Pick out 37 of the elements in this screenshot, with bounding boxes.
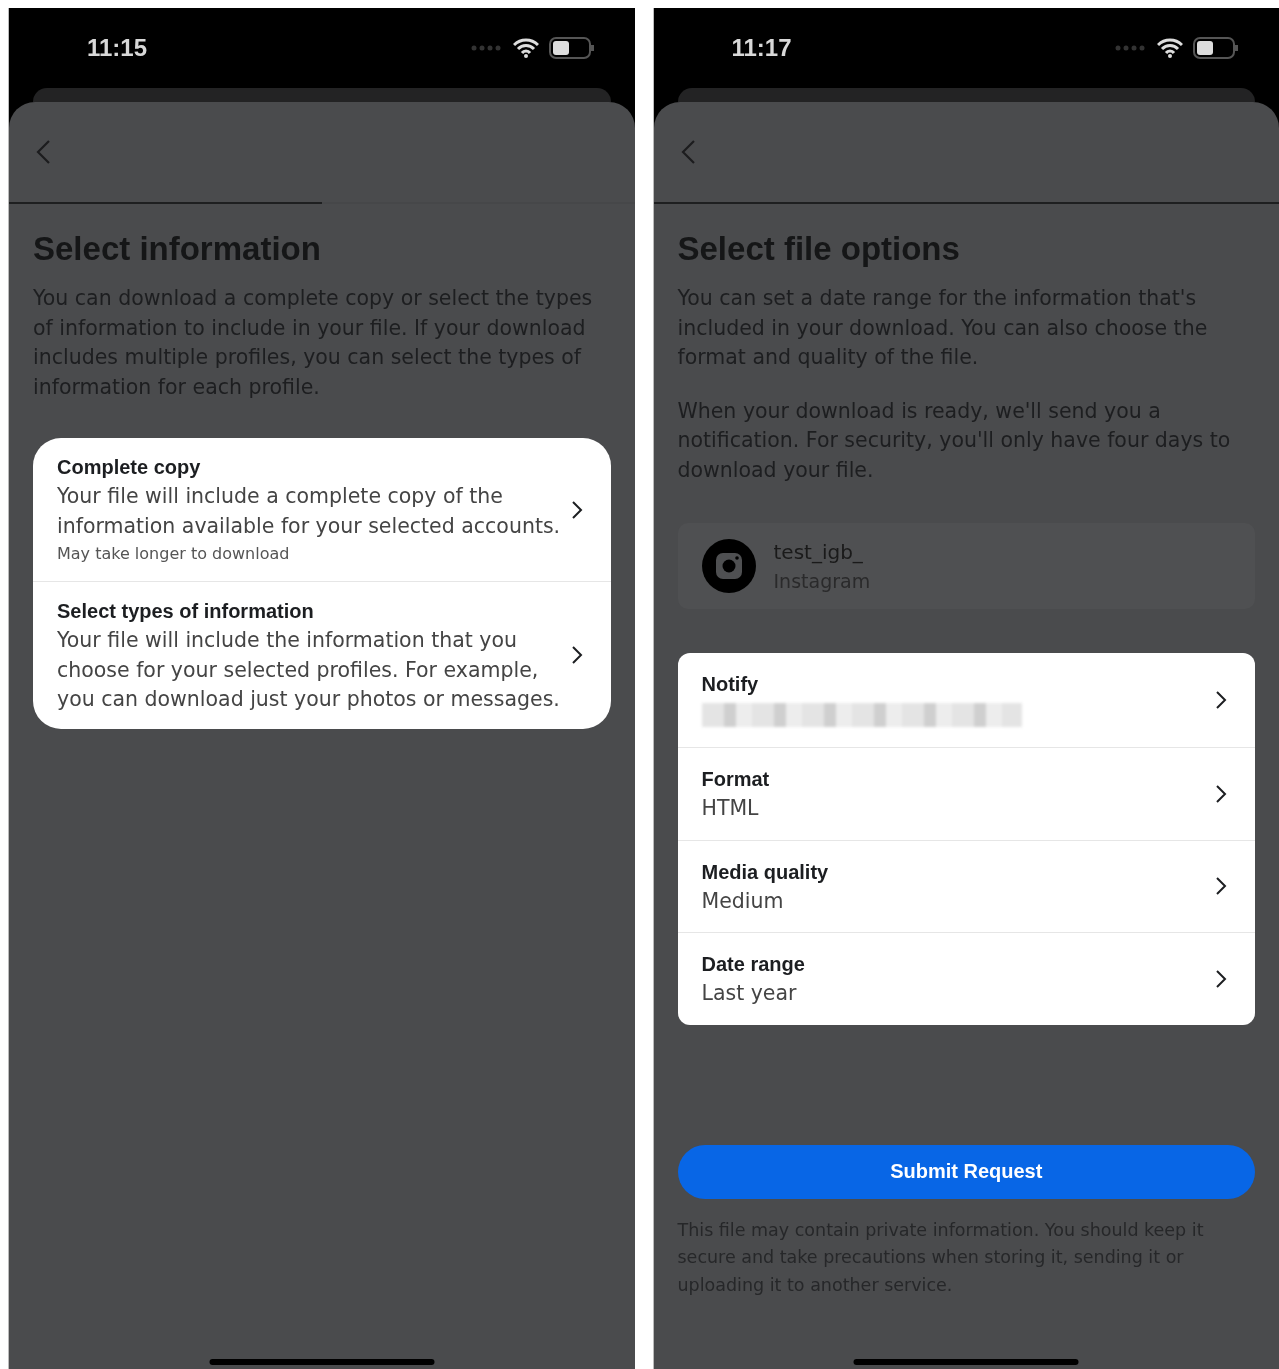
option-note: May take longer to download: [57, 543, 291, 565]
setting-item[interactable]: Date range Last year: [677, 932, 1255, 1025]
option-title: Select types of information: [57, 599, 315, 624]
setting-value: Medium: [701, 887, 785, 915]
chevron-right-icon: [1215, 968, 1227, 989]
option-title: Complete copy: [57, 455, 202, 480]
battery-icon: [1193, 37, 1239, 59]
setting-label: Date range: [701, 952, 806, 977]
setting-label: Format: [701, 767, 771, 792]
option-item[interactable]: Complete copy Your file will include a complete copy of the information available for your selected accounts. May take longer to download: [33, 438, 611, 581]
back-icon[interactable]: [679, 139, 696, 165]
option-description: Your file will include the information that you choose for your selected profiles. For example, you can download just your photos or messages.: [57, 627, 561, 713]
setting-label: Notify: [701, 672, 760, 697]
chevron-right-icon: [1215, 876, 1227, 897]
wifi-icon: [512, 38, 539, 58]
submit-button[interactable]: Submit Request: [677, 1144, 1255, 1199]
camera-logo-icon: [701, 539, 756, 593]
wifi-icon: [1157, 38, 1183, 58]
setting-item[interactable]: Notify: [677, 653, 1255, 747]
chevron-right-icon: [570, 499, 583, 520]
signal-icon: [470, 45, 503, 51]
back-icon[interactable]: [35, 139, 51, 165]
battery-icon: [548, 37, 595, 59]
signal-icon: [1115, 45, 1147, 51]
chevron-right-icon: [1215, 690, 1227, 710]
setting-label: Media quality: [701, 859, 830, 885]
setting-value: Last year: [701, 980, 798, 1007]
setting-item[interactable]: Format HTML: [677, 747, 1255, 840]
setting-value: HTML: [701, 795, 760, 822]
chevron-right-icon: [570, 645, 583, 666]
account-name: test_igb_: [773, 539, 864, 566]
option-description: Your file will include a complete copy of the information available for your selected accounts.: [57, 483, 562, 540]
option-item[interactable]: Select types of information Your file will include the information that you choose for your selected profiles. For example, you can download just your photos or messages.: [33, 581, 611, 729]
status-time: 11:15: [87, 34, 148, 62]
setting-item[interactable]: Media quality Medium: [677, 839, 1255, 932]
chevron-right-icon: [1215, 783, 1227, 804]
status-time: 11:17: [731, 34, 792, 62]
